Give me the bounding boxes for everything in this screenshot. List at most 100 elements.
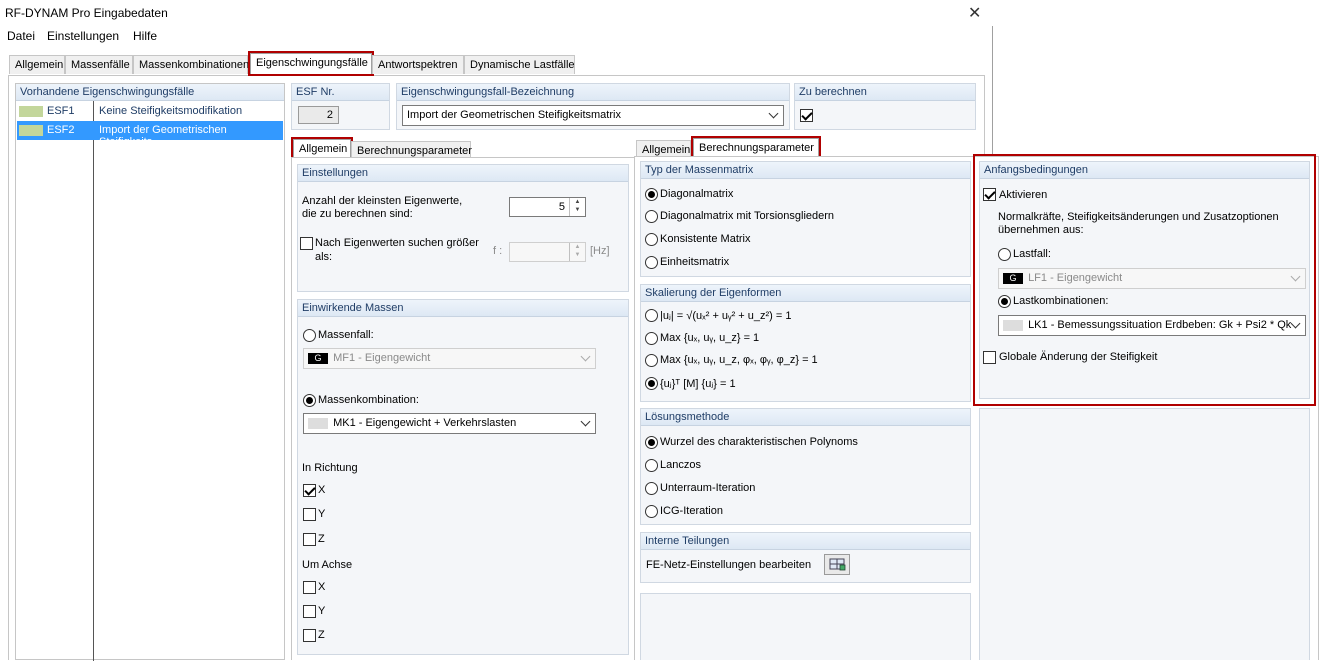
aktivieren-checkbox[interactable] <box>983 188 996 201</box>
lk-value: LK1 - Bemessungssituation Erdbeben: Gk +… <box>1028 319 1292 331</box>
diagonalmatrix-radio[interactable] <box>645 188 658 201</box>
unterraum-radio[interactable] <box>645 482 658 495</box>
main-tab-strip: Allgemein Massenfälle Massenkombinatione… <box>8 51 588 76</box>
anzahl-value: 5 <box>558 201 565 213</box>
bezeichnung-value: Import der Geometrischen Steifigkeitsmat… <box>407 109 621 121</box>
globale-aenderung-checkbox[interactable] <box>983 351 996 364</box>
unterraum-label: Unterraum-Iteration <box>660 482 756 494</box>
suchen-label: Nach Eigenwerten suchen größer <box>315 237 479 249</box>
close-icon[interactable]: ✕ <box>968 3 981 23</box>
chevron-down-icon <box>1290 318 1301 329</box>
tab-massenfaelle[interactable]: Massenfälle <box>65 55 133 74</box>
wurzel-label: Wurzel des charakteristischen Polynoms <box>660 436 858 448</box>
richtung-z-checkbox[interactable] <box>303 533 316 546</box>
lastkombination-label: Lastkombinationen: <box>1013 295 1109 307</box>
konsistent-radio[interactable] <box>645 233 658 246</box>
achse-y-checkbox[interactable] <box>303 605 316 618</box>
massenfall-combo: G MF1 - Eigengewicht <box>303 348 596 369</box>
tab-allgemein[interactable]: Allgemein <box>9 55 65 74</box>
teilungen-panel: Interne Teilungen FE-Netz-Einstellungen … <box>640 532 971 583</box>
torsion-radio[interactable] <box>645 210 658 223</box>
list-item-id: ESF1 <box>47 105 75 117</box>
tab-eigenschwingungsfaelle[interactable]: Eigenschwingungsfälle <box>248 51 374 76</box>
achse-y-label: Y <box>318 605 326 617</box>
lastkombination-radio[interactable] <box>998 295 1011 308</box>
skalierung-max-u-label: Max {uₓ, uᵧ, u_z} = 1 <box>660 332 760 344</box>
list-item-selected[interactable]: ESF2 Import der Geometrischen Steifigkei… <box>17 121 283 148</box>
suchen-checkbox[interactable] <box>300 237 313 250</box>
skalierung-norm-label: |uⱼ| = √(uₓ² + uᵧ² + u_z²) = 1 <box>660 310 792 322</box>
icg-radio[interactable] <box>645 505 658 518</box>
g-tag: G <box>308 352 328 364</box>
hinweis-label: Normalkräfte, Steifigkeitsänderungen und… <box>998 211 1279 223</box>
mesh-settings-icon <box>829 558 846 571</box>
color-swatch <box>1003 319 1023 331</box>
skalierung-max-all-radio[interactable] <box>645 354 658 367</box>
anzahl-spinner[interactable]: 5 ▲ ▼ <box>509 197 586 217</box>
hz-unit: [Hz] <box>590 245 610 257</box>
list-divider <box>93 101 94 661</box>
list-item-name: Import der Geometrischen Steifigkeits <box>99 124 227 148</box>
tab-antwortspektren[interactable]: Antwortspektren <box>372 55 464 74</box>
konsistent-label: Konsistente Matrix <box>660 233 751 245</box>
g-tag: G <box>1003 272 1023 284</box>
massenkombination-radio[interactable] <box>303 394 316 407</box>
wurzel-radio[interactable] <box>645 436 658 449</box>
bezeichnung-panel: Eigenschwingungsfall-Bezeichnung Import … <box>396 83 790 130</box>
bezeichnung-combo[interactable]: Import der Geometrischen Steifigkeitsmat… <box>402 105 784 126</box>
menu-einstellungen[interactable]: Einstellungen <box>47 29 119 43</box>
einheitsmatrix-radio[interactable] <box>645 256 658 269</box>
color-swatch <box>19 125 43 136</box>
list-item[interactable]: ESF1 Keine Steifigkeitsmodifikation <box>17 102 283 121</box>
massenfall-radio[interactable] <box>303 329 316 342</box>
skalierung-max-all-label: Max {uₓ, uᵧ, u_z, φₓ, φᵧ, φ_z} = 1 <box>660 354 818 366</box>
zu-berechnen-panel: Zu berechnen <box>794 83 976 130</box>
skalierung-mass-radio[interactable] <box>645 377 658 390</box>
einheitsmatrix-label: Einheitsmatrix <box>660 256 730 268</box>
color-swatch <box>19 106 43 117</box>
zu-berechnen-checkbox[interactable] <box>800 109 813 122</box>
anfangsbedingungen-panel: Anfangsbedingungen Aktivieren Normalkräf… <box>979 161 1310 399</box>
achse-x-label: X <box>318 581 326 593</box>
lastkombination-combo[interactable]: LK1 - Bemessungssituation Erdbeben: Gk +… <box>998 315 1306 336</box>
tab-dynamische-lastfaelle[interactable]: Dynamische Lastfälle <box>464 55 575 74</box>
lastfall-value: LF1 - Eigengewicht <box>1028 272 1123 284</box>
richtung-x-checkbox[interactable] <box>303 484 316 497</box>
einwirkende-massen-panel: Einwirkende Massen Massenfall: G MF1 - E… <box>297 299 629 655</box>
menu-bar: Datei Einstellungen Hilfe <box>0 26 993 46</box>
einstellungen-header: Einstellungen <box>298 165 628 182</box>
loesung-header: Lösungsmethode <box>641 409 970 426</box>
skalierung-panel: Skalierung der Eigenformen |uⱼ| = √(uₓ² … <box>640 284 971 402</box>
mk-value: MK1 - Eigengewicht + Verkehrslasten <box>333 417 517 429</box>
richtung-label: In Richtung <box>302 462 358 474</box>
richtung-y-checkbox[interactable] <box>303 508 316 521</box>
menu-datei[interactable]: Datei <box>7 29 35 43</box>
massenkombination-label: Massenkombination: <box>318 394 419 406</box>
massenkombination-combo[interactable]: MK1 - Eigengewicht + Verkehrslasten <box>303 413 596 434</box>
globale-aenderung-label: Globale Änderung der Steifigkeit <box>999 351 1158 363</box>
spin-arrows-icon[interactable]: ▲ ▼ <box>569 198 585 216</box>
right-subtab-strip: Allgemein Berechnungsparameter <box>634 136 824 161</box>
richtung-y-label: Y <box>318 508 326 520</box>
esf-nr-field: 2 <box>298 106 339 124</box>
anfang-header: Anfangsbedingungen <box>980 162 1309 179</box>
torsion-label: Diagonalmatrix mit Torsionsgliedern <box>660 210 835 222</box>
einstellungen-panel: Einstellungen Anzahl der kleinsten Eigen… <box>297 164 629 292</box>
menu-hilfe[interactable]: Hilfe <box>133 29 157 43</box>
aktivieren-label: Aktivieren <box>999 189 1048 201</box>
chevron-down-icon <box>580 351 591 362</box>
skalierung-max-u-radio[interactable] <box>645 332 658 345</box>
skalierung-norm-radio[interactable] <box>645 309 658 322</box>
chevron-down-icon <box>580 416 591 427</box>
zu-berechnen-header: Zu berechnen <box>795 84 975 101</box>
tab-massenkombinationen[interactable]: Massenkombinationen <box>133 55 249 74</box>
lanczos-radio[interactable] <box>645 459 658 472</box>
achse-x-checkbox[interactable] <box>303 581 316 594</box>
title-bar: RF-DYNAM Pro Eingabedaten ✕ <box>0 0 993 26</box>
left-subtab-strip: Allgemein Berechnungsparameter <box>291 137 481 162</box>
richtung-z-label: Z <box>318 533 325 545</box>
achse-z-checkbox[interactable] <box>303 629 316 642</box>
fe-netz-button[interactable] <box>824 554 850 575</box>
lastfall-radio[interactable] <box>998 248 1011 261</box>
suchen-label-2: als: <box>315 251 333 263</box>
